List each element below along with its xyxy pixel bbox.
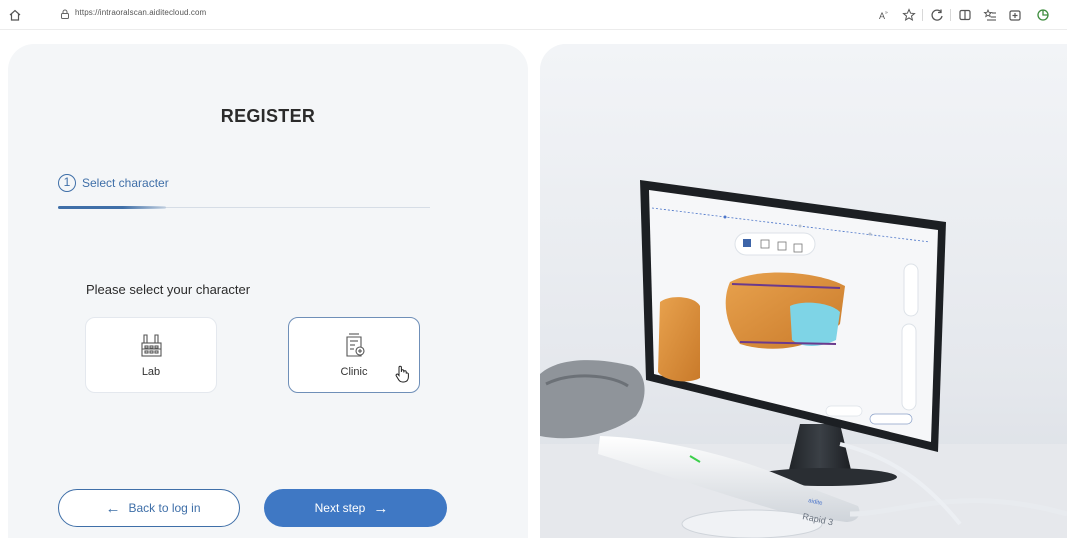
step-number: 1 bbox=[58, 174, 76, 192]
arrow-right-icon: → bbox=[373, 499, 389, 517]
page-title: REGISTER bbox=[220, 106, 316, 126]
lock-icon bbox=[61, 9, 69, 19]
extensions-icon[interactable] bbox=[1036, 8, 1050, 22]
toolbar-separator bbox=[922, 9, 923, 21]
factory-icon bbox=[141, 334, 162, 357]
select-prompt: Please select your character bbox=[86, 282, 251, 297]
next-step-button[interactable]: Next step → bbox=[264, 489, 447, 527]
step-indicator: 1 Select character bbox=[58, 174, 169, 192]
favorite-star-icon[interactable] bbox=[902, 8, 916, 22]
home-icon[interactable] bbox=[8, 8, 22, 22]
toolbar-separator bbox=[950, 9, 951, 21]
promo-image: Rapid 3 aidite bbox=[540, 44, 1067, 538]
read-aloud-icon[interactable]: A » bbox=[878, 8, 892, 22]
character-option-lab[interactable]: Lab bbox=[85, 317, 217, 393]
hand-pointer-icon bbox=[395, 365, 409, 383]
browser-toolbar: https://intraoralscan.aiditecloud.com A … bbox=[0, 0, 1067, 30]
option-label: Lab bbox=[141, 366, 161, 378]
url-text[interactable]: https://intraoralscan.aiditecloud.com bbox=[75, 8, 206, 17]
register-panel: REGISTER 1 Select character Please selec… bbox=[8, 44, 528, 538]
arrow-left-icon: ← bbox=[105, 499, 121, 517]
next-button-label: Next step bbox=[314, 501, 366, 515]
collections-icon[interactable] bbox=[1008, 8, 1022, 22]
back-to-login-button[interactable]: ← Back to log in bbox=[58, 489, 240, 527]
refresh-icon[interactable] bbox=[930, 8, 944, 22]
clinic-icon bbox=[346, 333, 365, 357]
step-label: Select character bbox=[82, 176, 169, 190]
step-progress-bar bbox=[58, 206, 166, 209]
split-screen-icon[interactable] bbox=[958, 8, 972, 22]
svg-text:»: » bbox=[885, 10, 888, 16]
scanner-monitor-illustration: Rapid 3 aidite bbox=[540, 44, 1067, 538]
favorites-list-icon[interactable] bbox=[983, 8, 997, 22]
back-button-label: Back to log in bbox=[128, 501, 201, 515]
